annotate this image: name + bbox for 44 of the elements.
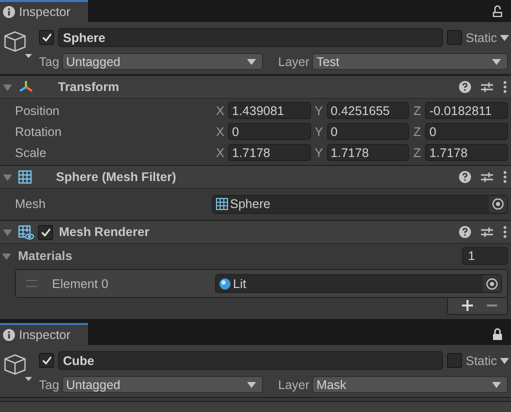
- layer-label: Layer: [278, 378, 310, 392]
- axis-label: Y: [314, 146, 324, 160]
- element-label: Element 0: [52, 276, 110, 290]
- tag-label: Tag: [39, 54, 60, 68]
- axis-label: Z: [413, 124, 422, 138]
- component-header[interactable]: Sphere (Mesh Filter): [0, 165, 511, 189]
- layer-dropdown[interactable]: Test: [312, 53, 508, 70]
- list-label: Materials: [18, 249, 74, 263]
- number-field[interactable]: 1.7178: [425, 144, 508, 161]
- object-field[interactable]: Sphere: [212, 194, 508, 214]
- component-header[interactable]: Transform: [0, 75, 511, 99]
- field-label: Scale: [15, 146, 48, 160]
- component-header[interactable]: Mesh Renderer: [0, 220, 511, 244]
- tag-label: Tag: [39, 378, 60, 392]
- number-field[interactable]: 0.4251655: [326, 102, 410, 119]
- number-field[interactable]: 1.7178: [228, 144, 311, 161]
- number-field[interactable]: 0: [425, 123, 508, 140]
- inspector-tab[interactable]: Inspector: [0, 323, 88, 345]
- axis-label: X: [216, 124, 226, 138]
- tag-dropdown[interactable]: Untagged: [62, 376, 264, 393]
- axis-label: Y: [314, 104, 324, 118]
- number-field[interactable]: 1.439081: [228, 102, 311, 119]
- static-dropdown[interactable]: Static: [466, 354, 511, 368]
- number-field[interactable]: 1.7178: [326, 144, 410, 161]
- number-field[interactable]: -0.0182811: [425, 102, 508, 119]
- name-field[interactable]: Cube: [58, 351, 443, 370]
- axis-label: X: [216, 104, 226, 118]
- static-dropdown[interactable]: Static: [466, 30, 511, 44]
- axis-label: Z: [413, 104, 422, 118]
- axis-label: X: [216, 146, 226, 160]
- field-label: Rotation: [15, 124, 63, 138]
- number-field[interactable]: 0: [228, 123, 311, 140]
- object-field[interactable]: Lit: [215, 274, 502, 293]
- inspector-tab[interactable]: Inspector: [0, 0, 88, 22]
- axis-label: Z: [413, 146, 422, 160]
- name-field[interactable]: Sphere: [58, 28, 443, 47]
- field-label: Mesh: [15, 197, 47, 211]
- layer-label: Layer: [278, 54, 310, 68]
- field-label: Position: [15, 104, 60, 118]
- count-field[interactable]: 1: [462, 247, 508, 265]
- layer-dropdown[interactable]: Mask: [312, 376, 508, 393]
- tag-dropdown[interactable]: Untagged: [62, 53, 264, 70]
- number-field[interactable]: 0: [326, 123, 410, 140]
- axis-label: Y: [314, 124, 324, 138]
